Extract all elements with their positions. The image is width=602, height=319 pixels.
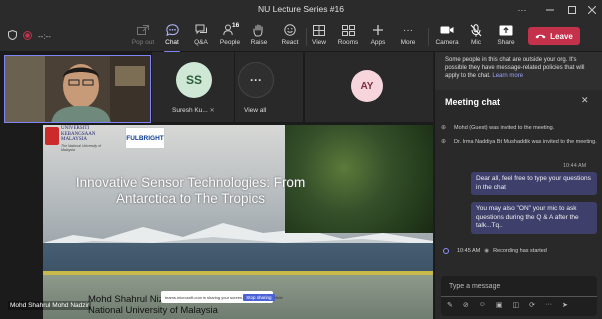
share-notification-text: teams.microsoft.com is sharing your scre… bbox=[165, 294, 244, 300]
popout-button[interactable]: Pop out bbox=[128, 23, 158, 51]
stop-sharing-button[interactable]: Stop sharing bbox=[243, 293, 275, 301]
raise-hand-button[interactable]: Raise bbox=[244, 23, 274, 51]
more-button[interactable]: ··· More bbox=[393, 23, 423, 51]
hide-button[interactable]: Hide bbox=[275, 295, 283, 300]
ukm-logo-icon bbox=[45, 127, 59, 145]
recording-icon bbox=[23, 30, 32, 42]
video-frame bbox=[5, 56, 150, 122]
qa-icon bbox=[193, 23, 209, 37]
close-button[interactable] bbox=[582, 2, 602, 18]
chat-title: Meeting chat bbox=[445, 97, 501, 107]
toolbar-divider bbox=[428, 28, 429, 46]
chat-icon bbox=[164, 23, 180, 37]
fulbright-logo: FULBRIGHT bbox=[125, 127, 165, 149]
more-options-icon[interactable]: ··· bbox=[545, 301, 552, 309]
react-button[interactable]: React bbox=[275, 23, 305, 51]
format-icon[interactable]: ✎ bbox=[447, 301, 453, 309]
shield-icon bbox=[8, 29, 17, 42]
view-all-tile[interactable]: ··· View all bbox=[235, 52, 303, 122]
system-message: ⊕ Mohd (Guest) was invited to the meetin… bbox=[441, 125, 555, 131]
avatar: AY bbox=[351, 70, 383, 102]
popout-icon bbox=[135, 23, 151, 37]
maximize-button[interactable] bbox=[562, 2, 582, 18]
chat-compose-box[interactable]: Type a message ✎ ⊘ ☺ ▣ ◫ ⟳ ··· ➤ bbox=[441, 276, 597, 316]
person-add-icon: ⊕ bbox=[441, 139, 447, 145]
more-icon: ··· bbox=[403, 24, 413, 36]
timer-text: --:-- bbox=[38, 31, 51, 41]
compose-toolbar: ✎ ⊘ ☺ ▣ ◫ ⟳ ··· ➤ bbox=[447, 301, 568, 309]
participant-name: Suresh Ku... ✕ bbox=[172, 107, 215, 114]
mic-off-icon bbox=[468, 23, 484, 37]
mic-muted-icon: ✕ bbox=[209, 108, 215, 114]
presenter-video-tile[interactable] bbox=[4, 55, 151, 123]
slide-presenter-affiliation: National University of Malaysia bbox=[88, 305, 218, 316]
attach-icon[interactable]: ⊘ bbox=[463, 301, 469, 309]
rooms-button[interactable]: Rooms bbox=[333, 23, 363, 51]
slide-header: UNIVERSITI KEBANGSAAN MALAYSIA The Natio… bbox=[43, 125, 283, 159]
ukm-logo-text: UNIVERSITI KEBANGSAAN MALAYSIA bbox=[61, 126, 96, 142]
share-screen-icon bbox=[498, 23, 514, 37]
chat-message[interactable]: You may also "ON" your mic to ask questi… bbox=[471, 202, 597, 234]
phone-hangup-icon bbox=[535, 32, 546, 41]
minimize-button[interactable] bbox=[540, 2, 560, 18]
mic-button[interactable]: Mic bbox=[461, 23, 491, 51]
compose-divider bbox=[441, 296, 597, 297]
meeting-stage: SS Suresh Ku... ✕ ··· View all AY UNIVER… bbox=[0, 52, 433, 319]
qa-button[interactable]: Q&A bbox=[186, 23, 216, 51]
leave-button[interactable]: Leave bbox=[528, 27, 580, 45]
people-button[interactable]: 16 People bbox=[215, 22, 245, 51]
camera-button[interactable]: Camera bbox=[432, 23, 462, 51]
share-button[interactable]: Share bbox=[491, 23, 521, 51]
title-bar: NU Lecture Series #16 ··· bbox=[0, 0, 602, 20]
screen-share-notification: teams.microsoft.com is sharing your scre… bbox=[161, 291, 283, 303]
chat-message[interactable]: Dear all, feel free to type your questio… bbox=[471, 172, 597, 195]
shared-screen[interactable]: UNIVERSITI KEBANGSAAN MALAYSIA The Natio… bbox=[43, 125, 433, 319]
learn-more-link[interactable]: Learn more bbox=[492, 73, 523, 79]
rooms-icon bbox=[340, 23, 356, 37]
meeting-chat-panel: Some people in this chat are outside you… bbox=[434, 52, 602, 319]
smile-icon bbox=[282, 23, 298, 37]
meeting-timer: --:-- bbox=[8, 29, 51, 42]
message-input[interactable]: Type a message bbox=[449, 283, 500, 290]
external-org-notice: Some people in this chat are outside you… bbox=[435, 52, 602, 90]
message-timestamp: 10:44 AM bbox=[563, 163, 587, 169]
recording-status-icon bbox=[443, 248, 449, 254]
meeting-toolbar: --:-- Pop out Chat Q&A 16 People Raise R… bbox=[0, 20, 602, 53]
gif-icon[interactable]: ▣ bbox=[496, 301, 503, 309]
people-count: 16 bbox=[232, 22, 240, 29]
avatar: SS bbox=[176, 62, 212, 98]
recording-status-icon: ◉ bbox=[484, 248, 490, 254]
loop-icon[interactable]: ⟳ bbox=[529, 301, 535, 309]
more-participants-icon: ··· bbox=[238, 62, 274, 98]
ellipsis-icon[interactable]: ··· bbox=[512, 2, 532, 18]
grid-view-icon bbox=[311, 23, 327, 37]
view-all-label: View all bbox=[244, 107, 267, 114]
view-button[interactable]: View bbox=[304, 23, 334, 51]
apps-icon bbox=[370, 23, 386, 37]
recording-status: 10:45 AM ◉ Recording has started bbox=[443, 248, 547, 254]
person-add-icon: ⊕ bbox=[441, 125, 447, 131]
sticker-icon[interactable]: ◫ bbox=[513, 301, 520, 309]
chat-button[interactable]: Chat bbox=[157, 23, 187, 53]
apps-button[interactable]: Apps bbox=[363, 23, 393, 51]
camera-icon bbox=[439, 23, 455, 37]
system-message: ⊕ Dr. Irma Naddiya Bt Mushaddik was invi… bbox=[441, 139, 597, 145]
presenter-name-label: Mohd Shahrul Mohd Nadzir bbox=[8, 301, 92, 310]
participant-tile[interactable]: AY bbox=[305, 52, 433, 122]
participant-tile[interactable]: SS Suresh Ku... ✕ bbox=[152, 52, 234, 122]
slide-title: Innovative Sensor Technologies: From Ant… bbox=[75, 175, 306, 206]
send-icon[interactable]: ➤ bbox=[562, 301, 568, 309]
hand-icon bbox=[251, 23, 267, 37]
emoji-icon[interactable]: ☺ bbox=[479, 301, 486, 309]
close-chat-icon[interactable]: ✕ bbox=[581, 95, 589, 106]
ukm-logo-subtext: The National University of Malaysia bbox=[61, 144, 102, 152]
